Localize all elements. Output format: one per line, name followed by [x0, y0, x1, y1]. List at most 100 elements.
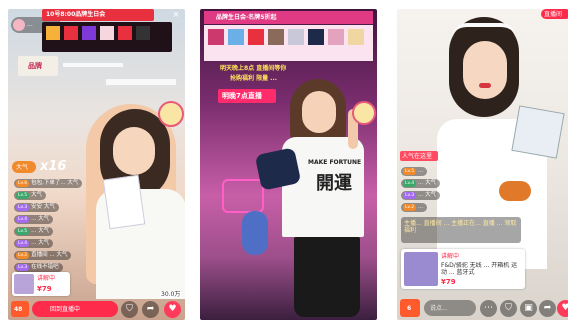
brand-logo-text: 品牌 — [28, 62, 42, 70]
chat-text: 包包,下单了... 大气 — [31, 180, 79, 186]
user-level-badge: Lv.4 — [16, 240, 30, 247]
comment-placeholder: 说点... — [430, 305, 448, 312]
share-icon[interactable]: ➦ — [142, 301, 159, 318]
held-product — [102, 174, 146, 230]
chat-text: 安安 大气 — [31, 204, 55, 210]
host-face — [463, 41, 507, 99]
system-notice: 主播... 直播间 ... 主播正在... 直播 ... 领取福利 — [401, 217, 521, 243]
chat-text: ... — [418, 168, 424, 174]
promo-item-2 — [64, 26, 78, 40]
promo-item-7 — [328, 29, 344, 45]
host-skirt — [294, 237, 360, 317]
product-thumb — [14, 274, 34, 294]
live-screen-1: ... 10号8:00品牌生日会 × 品牌 大气 x16 Lv.6 包包,下单了.… — [8, 9, 185, 320]
like-heart-icon[interactable]: ♥ — [164, 301, 181, 318]
cart-count: 6 — [407, 305, 412, 312]
user-level-badge: Lv.2 — [403, 204, 417, 211]
chat-message: Lv.3... 大气 — [401, 191, 441, 200]
promo-line-2: 抢购福利 限量 ... — [230, 75, 278, 82]
anchor-id: ... — [27, 21, 33, 28]
chat-message: Lv.5... 大气 — [14, 227, 54, 236]
chat-text: ... — [418, 204, 424, 210]
chat-message: Lv.2 直播间 ... 大气 — [14, 251, 72, 260]
live-time-tag: 明晚7点直播 — [218, 89, 276, 103]
share-icon[interactable]: ➦ — [539, 300, 556, 317]
cart-button[interactable]: 48 — [11, 301, 29, 317]
chat-text: ... 大气 — [31, 240, 50, 246]
promo-item-3 — [248, 29, 264, 45]
product-price: ¥79 — [441, 278, 456, 286]
product-tag: 讲解中 — [441, 253, 460, 260]
white-bar-1 — [63, 63, 123, 67]
cart-button[interactable]: 6 — [400, 299, 420, 317]
shirt-text-big: 開運 — [316, 173, 352, 194]
host-face — [302, 91, 336, 133]
title-banner-text: 10号8:00品牌生日会 — [46, 11, 106, 18]
user-level-badge: Lv.3 — [16, 204, 30, 211]
chat-message: Lv.4... 大气 — [14, 239, 54, 248]
promo-line-1: 明天晚上8点 直播间等你 — [220, 65, 287, 72]
title-banner: 品牌生日会·名牌5折起 — [204, 11, 373, 24]
promo-item-5 — [288, 29, 304, 45]
hot-tag-text: 人气在这里 — [402, 153, 433, 160]
product-card[interactable]: 讲解中 ¥79 — [12, 272, 70, 296]
like-badge: 大气 — [12, 161, 36, 173]
user-level-badge: Lv.3 — [16, 264, 30, 271]
user-level-badge: Lv.4 — [403, 180, 417, 187]
user-level-badge: Lv.5 — [16, 228, 30, 235]
product-title: F&D/骆驼 无线 ... 开箱机 运动 ... 蓝牙式 — [441, 262, 518, 276]
headband — [453, 23, 515, 37]
like-label: 大气 — [16, 164, 29, 171]
back-to-live-label: 回到直播中 — [50, 306, 81, 313]
brand-logo: 品牌 — [18, 56, 58, 76]
host-lips — [479, 83, 491, 88]
chat-text: 直播间 ... 大气 — [31, 252, 68, 258]
promo-item-2 — [228, 29, 244, 45]
comment-input[interactable]: 说点... — [424, 300, 476, 316]
user-level-badge: Lv.5 — [403, 168, 417, 175]
chat-message: Lv.5 大气 — [14, 191, 47, 200]
gift-box-icon[interactable]: ▣ — [520, 300, 537, 317]
chat-message: Lv.2... — [401, 203, 428, 212]
teddy-bear — [242, 211, 268, 255]
product-card[interactable]: 讲解中 F&D/骆驼 无线 ... 开箱机 运动 ... 蓝牙式 ¥79 — [401, 249, 525, 289]
chat-message: Lv.4... 大气 — [401, 179, 441, 188]
user-level-badge: Lv.4 — [16, 216, 30, 223]
anchor-avatar — [13, 19, 25, 31]
cart-icon[interactable]: ⛉ — [121, 301, 138, 318]
user-level-badge: Lv.3 — [403, 192, 417, 199]
cart-count: 48 — [14, 306, 23, 313]
promo-item-6 — [136, 26, 150, 40]
chat-message: Lv.5... — [401, 167, 428, 176]
chat-text: ... 大气 — [31, 216, 50, 222]
close-icon[interactable]: × — [170, 9, 182, 21]
more-icon[interactable]: ⋯ — [480, 300, 497, 317]
promo-item-1 — [208, 29, 224, 45]
neon-sign — [222, 179, 264, 213]
cart-icon[interactable]: ⛉ — [500, 300, 517, 317]
held-box — [511, 105, 565, 159]
promo-item-5 — [118, 26, 132, 40]
chat-message: Lv.4... 大气 — [14, 215, 54, 224]
promo-item-6 — [308, 29, 324, 45]
chat-text: 在线不错吧 — [31, 264, 59, 270]
live-screen-3: 直播间 人气在这里 Lv.5... Lv.4... 大气 Lv.3... 大气 … — [397, 9, 568, 320]
gift-icon[interactable] — [158, 101, 184, 127]
title-banner-text: 品牌生日会·名牌5折起 — [216, 14, 277, 21]
chat-text: ... 大气 — [31, 228, 50, 234]
promo-item-1 — [46, 26, 60, 40]
user-level-badge: Lv.6 — [16, 180, 30, 187]
live-time-text: 明晚7点直播 — [222, 92, 262, 100]
top-right-tag[interactable]: 直播间 — [541, 9, 568, 19]
hot-tag: 人气在这里 — [400, 151, 438, 161]
combo-count: x16 — [40, 159, 67, 174]
system-notice-text: 主播... 直播间 ... 主播正在... 直播 ... 领取福利 — [404, 220, 517, 234]
gift-icon[interactable] — [352, 101, 376, 125]
back-to-live-button[interactable]: 回到直播中 — [32, 301, 118, 317]
product-tag: 讲解中 — [37, 275, 56, 282]
like-count: 30.0万 — [160, 291, 182, 298]
top-right-tag-text: 直播间 — [544, 11, 563, 18]
user-level-badge: Lv.2 — [16, 252, 30, 259]
white-bar-2 — [106, 79, 176, 85]
like-heart-icon[interactable]: ♥ — [557, 300, 568, 317]
